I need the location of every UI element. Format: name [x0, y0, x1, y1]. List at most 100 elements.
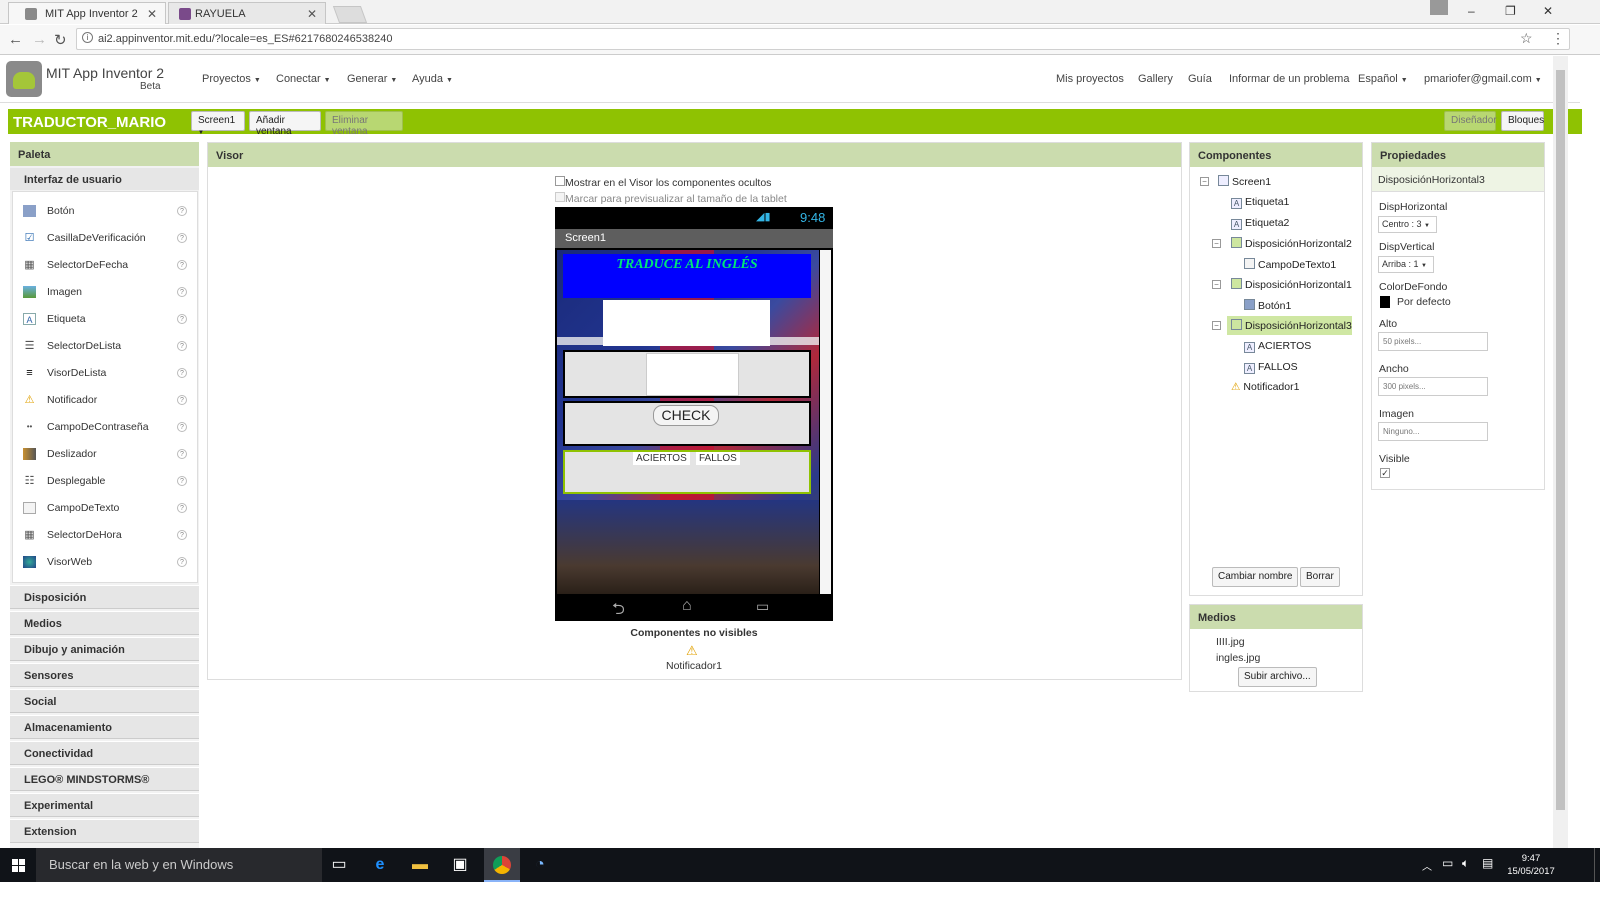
help-icon[interactable]: ? — [177, 557, 187, 567]
tree-item-boton1[interactable]: Botón1 — [1244, 299, 1291, 312]
close-tab-icon[interactable]: ✕ — [307, 7, 317, 21]
color-swatch[interactable] — [1380, 296, 1390, 308]
store-icon[interactable]: ▣ — [449, 854, 471, 876]
chrome-taskbar-button[interactable] — [484, 848, 520, 882]
help-icon[interactable]: ? — [177, 368, 187, 378]
windows-start-icon[interactable] — [0, 848, 36, 882]
link-mis-proyectos[interactable]: Mis proyectos — [1056, 73, 1124, 85]
back-arrow-icon[interactable]: ← — [8, 31, 23, 48]
browser-menu-icon[interactable]: ⋮ — [1551, 30, 1565, 47]
taskbar-clock[interactable]: 9:47 15/05/2017 — [1506, 852, 1556, 878]
drawer-almacenamiento[interactable]: Almacenamiento — [10, 715, 199, 739]
palette-item-datepicker[interactable]: ▦ SelectorDeFecha? — [21, 257, 191, 277]
menu-ayuda[interactable]: Ayuda ▼ — [412, 73, 453, 85]
user-menu[interactable]: pmariofer@gmail.com ▼ — [1424, 73, 1542, 85]
palette-item-timepicker[interactable]: ▦ SelectorDeHora? — [21, 527, 191, 547]
forward-arrow-icon[interactable]: → — [32, 31, 47, 48]
menu-generar[interactable]: Generar ▼ — [347, 73, 397, 85]
menu-conectar[interactable]: Conectar ▼ — [276, 73, 331, 85]
help-icon[interactable]: ? — [177, 422, 187, 432]
collapse-dh3-icon[interactable]: − — [1212, 321, 1221, 330]
check-button[interactable]: CHECK — [653, 405, 719, 426]
tree-item-fallos[interactable]: A FALLOS — [1244, 361, 1298, 374]
page-scrollbar-thumb[interactable] — [1556, 70, 1565, 810]
prop-width-input[interactable]: 300 pixels... — [1378, 377, 1488, 396]
palette-item-listview[interactable]: ≡ VisorDeLista? — [21, 365, 191, 385]
tree-item-dh3[interactable]: DisposiciónHorizontal3 — [1231, 319, 1352, 332]
rename-button[interactable]: Cambiar nombre — [1212, 567, 1299, 587]
designer-button[interactable]: Diseñador — [1444, 111, 1497, 131]
media-file-ingles[interactable]: ingles.jpg — [1216, 652, 1260, 664]
tablet-preview-checkbox[interactable] — [555, 192, 565, 202]
help-icon[interactable]: ? — [177, 206, 187, 216]
visible-checkbox[interactable]: ✓ — [1380, 468, 1390, 478]
link-guia[interactable]: Guía — [1188, 73, 1212, 85]
close-window-icon[interactable]: ✕ — [1543, 4, 1553, 18]
notifications-icon[interactable]: ▤ — [1482, 856, 1493, 870]
text-input-field[interactable] — [646, 353, 739, 396]
help-icon[interactable]: ? — [177, 395, 187, 405]
browser-tab-rayuela[interactable]: RAYUELA ✕ — [168, 2, 326, 24]
show-hidden-checkbox[interactable] — [555, 176, 565, 186]
collapse-screen1-icon[interactable]: − — [1200, 177, 1209, 186]
tree-item-dh2[interactable]: DisposiciónHorizontal2 — [1231, 237, 1352, 250]
palette-item-spinner[interactable]: ☷ Desplegable? — [21, 473, 191, 493]
nonvisible-notifier[interactable]: Notificador1 — [555, 660, 833, 672]
tray-chevron-icon[interactable]: ︿ — [1422, 858, 1432, 873]
upload-file-button[interactable]: Subir archivo... — [1238, 667, 1317, 687]
drawer-medios[interactable]: Medios — [10, 611, 199, 635]
palette-item-image[interactable]: Imagen? — [21, 284, 191, 304]
browser-tab-app-inventor[interactable]: MIT App Inventor 2 ✕ — [8, 2, 166, 24]
palette-item-webviewer[interactable]: VisorWeb? — [21, 554, 191, 574]
prop-height-input[interactable]: 50 pixels... — [1378, 332, 1488, 351]
show-desktop-button[interactable] — [1594, 848, 1600, 882]
help-icon[interactable]: ? — [177, 260, 187, 270]
drawer-dibujo[interactable]: Dibujo y animación — [10, 637, 199, 661]
palette-category-ui[interactable]: Interfaz de usuario — [10, 168, 199, 190]
tree-item-etiqueta1[interactable]: A Etiqueta1 — [1231, 196, 1289, 209]
tree-item-aciertos[interactable]: A ACIERTOS — [1244, 340, 1311, 353]
palette-item-listpicker[interactable]: ☰ SelectorDeLista? — [21, 338, 191, 358]
new-tab-button[interactable] — [332, 6, 368, 23]
info-icon[interactable]: i — [82, 32, 93, 43]
phone-scrollbar[interactable] — [820, 250, 831, 594]
prop-vertical-select[interactable]: Arriba : 1 ▼ — [1378, 256, 1434, 273]
help-icon[interactable]: ? — [177, 503, 187, 513]
network-icon[interactable]: ▭ — [1442, 856, 1453, 870]
help-icon[interactable]: ? — [177, 314, 187, 324]
tree-item-screen1[interactable]: Screen1 — [1218, 175, 1271, 188]
drawer-disposicion[interactable]: Disposición — [10, 585, 199, 609]
drawer-extension[interactable]: Extension — [10, 819, 199, 843]
tree-item-dh1[interactable]: DisposiciónHorizontal1 — [1231, 278, 1352, 291]
tree-item-campodetexto1[interactable]: CampoDeTexto1 — [1244, 258, 1336, 271]
prop-horizontal-select[interactable]: Centro : 3 ▼ — [1378, 216, 1437, 233]
drawer-conectividad[interactable]: Conectividad — [10, 741, 199, 765]
url-text[interactable]: ai2.appinventor.mit.edu/?locale=es_ES#62… — [98, 33, 393, 45]
drawer-sensores[interactable]: Sensores — [10, 663, 199, 687]
help-icon[interactable]: ? — [177, 341, 187, 351]
taskbar-search[interactable]: Buscar en la web y en Windows — [36, 848, 322, 882]
edge-icon[interactable]: e — [369, 854, 391, 876]
reload-icon[interactable]: ↻ — [54, 31, 67, 49]
add-screen-button[interactable]: Añadir ventana — [249, 111, 321, 137]
profile-icon[interactable] — [1430, 0, 1448, 15]
close-tab-icon[interactable]: ✕ — [147, 7, 157, 21]
palette-item-notifier[interactable]: ⚠ Notificador? — [21, 392, 191, 412]
collapse-dh2-icon[interactable]: − — [1212, 239, 1221, 248]
maximize-icon[interactable]: ❐ — [1505, 4, 1516, 18]
blocks-button[interactable]: Bloques — [1501, 111, 1544, 131]
prop-image-input[interactable]: Ninguno... — [1378, 422, 1488, 441]
task-view-icon[interactable]: ▭ — [328, 854, 350, 876]
help-icon[interactable]: ? — [177, 449, 187, 459]
palette-item-textbox[interactable]: CampoDeTexto? — [21, 500, 191, 520]
file-explorer-icon[interactable]: ▬ — [409, 854, 431, 876]
tree-item-notificador1[interactable]: ⚠ Notificador1 — [1231, 381, 1299, 393]
help-icon[interactable]: ? — [177, 287, 187, 297]
link-report-problem[interactable]: Informar de un problema — [1229, 73, 1349, 85]
collapse-dh1-icon[interactable]: − — [1212, 280, 1221, 289]
help-icon[interactable]: ? — [177, 233, 187, 243]
drawer-experimental[interactable]: Experimental — [10, 793, 199, 817]
media-file-iiii[interactable]: IIII.jpg — [1216, 636, 1245, 648]
delete-button[interactable]: Borrar — [1300, 567, 1340, 587]
screen-select[interactable]: Screen1 ▼ — [191, 111, 245, 136]
